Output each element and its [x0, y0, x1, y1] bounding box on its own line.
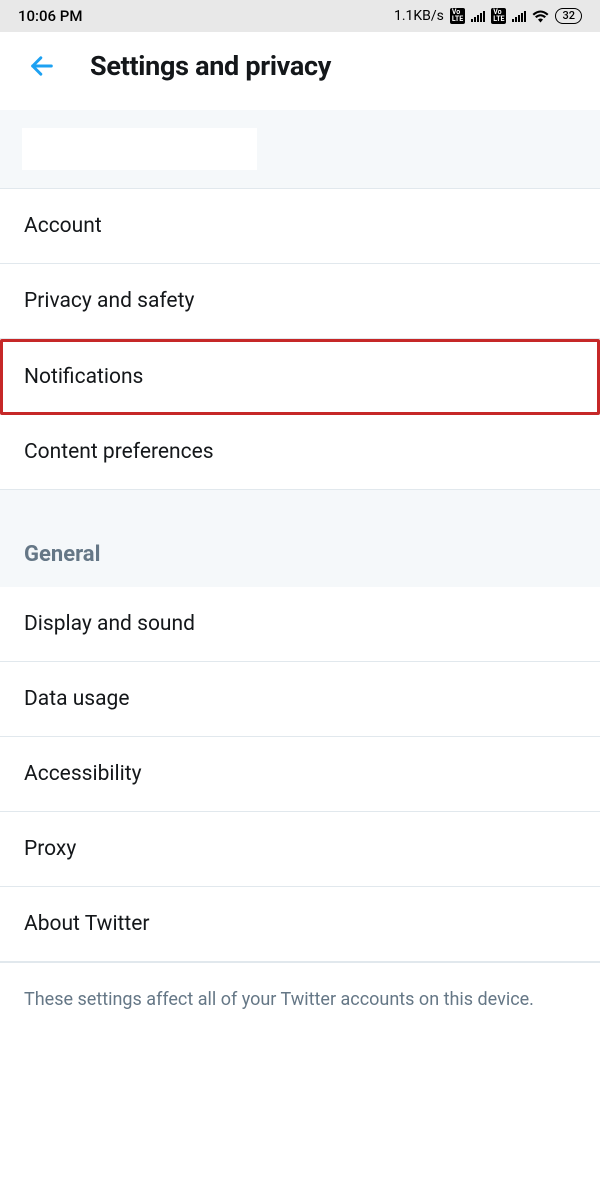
footer-note: These settings affect all of your Twitte… [0, 962, 600, 1037]
settings-item-content[interactable]: Content preferences [0, 415, 600, 490]
status-time: 10:06 PM [18, 7, 82, 25]
settings-item-data[interactable]: Data usage [0, 662, 600, 737]
settings-item-proxy[interactable]: Proxy [0, 812, 600, 887]
status-right: 1.1KB/s VoLTE VoLTE 32 [394, 8, 582, 24]
settings-item-accessibility[interactable]: Accessibility [0, 737, 600, 812]
settings-item-notifications[interactable]: Notifications [0, 339, 600, 415]
back-arrow-icon[interactable] [28, 52, 56, 80]
settings-item-privacy[interactable]: Privacy and safety [0, 264, 600, 339]
user-handle-placeholder [22, 128, 257, 170]
settings-item-about[interactable]: About Twitter [0, 887, 600, 962]
signal-icon-2 [512, 10, 526, 22]
section-header-general: General [0, 490, 600, 587]
volte-icon-1: VoLTE [450, 8, 465, 24]
wifi-icon [532, 10, 549, 23]
settings-item-account[interactable]: Account [0, 189, 600, 264]
user-section [0, 110, 600, 189]
status-bar: 10:06 PM 1.1KB/s VoLTE VoLTE 32 [0, 0, 600, 32]
status-speed: 1.1KB/s [394, 8, 444, 24]
page-title: Settings and privacy [90, 50, 331, 82]
volte-icon-2: VoLTE [491, 8, 506, 24]
battery-icon: 32 [555, 8, 582, 24]
header: Settings and privacy [0, 32, 600, 110]
signal-icon-1 [471, 10, 485, 22]
settings-item-display[interactable]: Display and sound [0, 587, 600, 662]
